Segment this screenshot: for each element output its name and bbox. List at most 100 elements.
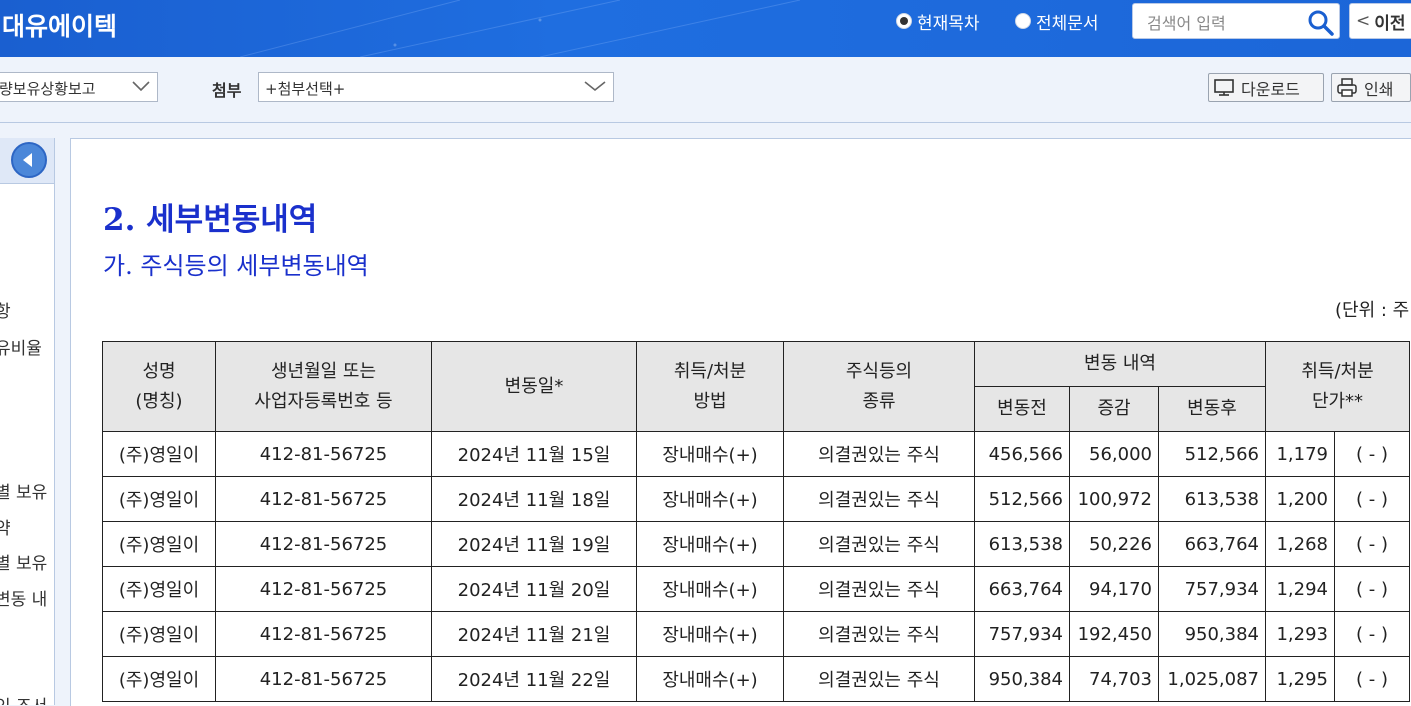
cell-note: ( - ) <box>1334 521 1410 567</box>
cell-name: (주)영일이 <box>102 476 216 522</box>
table-row: (주)영일이 412-81-56725 2024년 11월 22일 장내매수(+… <box>102 656 1410 702</box>
header-name: 성명 (명칭) <box>102 341 216 432</box>
attach-select[interactable]: +첨부선택+ <box>258 72 614 102</box>
header-id: 생년월일 또는 사업자등록번호 등 <box>215 341 432 432</box>
cell-before: 613,538 <box>974 521 1070 567</box>
document-viewer: 2. 세부변동내역 가. 주식등의 세부변동내역 (단위 : 주 성명 (명칭)… <box>70 138 1411 706</box>
cell-name: (주)영일이 <box>102 656 216 702</box>
cell-after: 663,764 <box>1158 521 1266 567</box>
cell-price: 1,179 <box>1265 431 1335 477</box>
print-label: 인쇄 <box>1364 79 1394 99</box>
attach-select-value: +첨부선택+ <box>265 80 346 98</box>
chevron-left-icon: < <box>1356 11 1371 31</box>
cell-name: (주)영일이 <box>102 431 216 477</box>
cell-after: 950,384 <box>1158 611 1266 657</box>
share-change-table: 성명 (명칭) 생년월일 또는 사업자등록번호 등 변동일* 취득/처분 방법 … <box>102 341 1410 702</box>
cell-before: 950,384 <box>974 656 1070 702</box>
cell-type: 의결권있는 주식 <box>783 611 975 657</box>
cell-date: 2024년 11월 18일 <box>431 476 637 522</box>
toc-sidebar-header <box>0 138 54 184</box>
header-id-line2: 사업자등록번호 등 <box>254 390 393 412</box>
header-decoration <box>240 0 801 57</box>
header-method-line1: 취득/처분 <box>673 360 747 382</box>
header-type-line1: 주식등의 <box>845 360 913 382</box>
header-name-line1: 성명 <box>142 360 176 382</box>
toc-item[interactable]: 별 보유 <box>0 478 47 503</box>
radio-selected-icon <box>896 13 912 29</box>
cell-date: 2024년 11월 22일 <box>431 656 637 702</box>
top-header: 대유에이텍 현재목차 전체문서 검색어 입력 < 이전 <box>0 0 1411 57</box>
cell-type: 의결권있는 주식 <box>783 656 975 702</box>
cell-method: 장내매수(+) <box>636 611 784 657</box>
cell-note: ( - ) <box>1334 566 1410 612</box>
toc-item[interactable]: 인 조서 <box>0 692 47 705</box>
radio-current-label: 현재목차 <box>917 13 980 34</box>
header-before: 변동전 <box>974 386 1070 432</box>
toc-item[interactable]: 변동 내 <box>0 585 47 610</box>
cell-price: 1,295 <box>1265 656 1335 702</box>
radio-unselected-icon <box>1015 13 1031 29</box>
collapse-sidebar-icon[interactable] <box>11 142 47 178</box>
toc-item[interactable]: 유비율 <box>0 334 42 359</box>
cell-price: 1,268 <box>1265 521 1335 567</box>
cell-before: 663,764 <box>974 566 1070 612</box>
cell-id: 412-81-56725 <box>215 521 432 567</box>
cell-name: (주)영일이 <box>102 566 216 612</box>
subsection-heading: 가. 주식등의 세부변동내역 <box>103 252 369 280</box>
toc-item[interactable]: 약 <box>0 514 11 539</box>
header-method: 취득/처분 방법 <box>636 341 784 432</box>
header-method-line2: 방법 <box>693 390 727 412</box>
cell-date: 2024년 11월 15일 <box>431 431 637 477</box>
report-select-value: 량보유상황보고 <box>0 80 96 98</box>
download-label: 다운로드 <box>1241 79 1300 99</box>
toolbar: 량보유상황보고 첨부 +첨부선택+ 다운로드 인쇄 <box>0 57 1411 123</box>
table-row: (주)영일이 412-81-56725 2024년 11월 18일 장내매수(+… <box>102 476 1410 522</box>
header-stock-type: 주식등의 종류 <box>783 341 975 432</box>
cell-delta: 192,450 <box>1069 611 1159 657</box>
table-row: (주)영일이 412-81-56725 2024년 11월 19일 장내매수(+… <box>102 521 1410 567</box>
cell-id: 412-81-56725 <box>215 566 432 612</box>
cell-type: 의결권있는 주식 <box>783 476 975 522</box>
table-row: (주)영일이 412-81-56725 2024년 11월 21일 장내매수(+… <box>102 611 1410 657</box>
cell-method: 장내매수(+) <box>636 476 784 522</box>
header-name-line2: (명칭) <box>135 390 183 412</box>
cell-note: ( - ) <box>1334 611 1410 657</box>
cell-before: 456,566 <box>974 431 1070 477</box>
header-price-line1: 취득/처분 <box>1301 360 1374 382</box>
cell-date: 2024년 11월 19일 <box>431 521 637 567</box>
printer-icon <box>1337 77 1357 97</box>
radio-all-document[interactable]: 전체문서 <box>1015 9 1099 34</box>
toc-item[interactable]: 별 보유 <box>0 549 47 574</box>
search-input[interactable]: 검색어 입력 <box>1132 3 1340 39</box>
cell-delta: 50,226 <box>1069 521 1159 567</box>
cell-method: 장내매수(+) <box>636 521 784 567</box>
cell-price: 1,200 <box>1265 476 1335 522</box>
cell-date: 2024년 11월 20일 <box>431 566 637 612</box>
prev-button[interactable]: < 이전 <box>1349 3 1411 39</box>
header-id-line1: 생년월일 또는 <box>270 360 377 382</box>
cell-method: 장내매수(+) <box>636 656 784 702</box>
header-unit-price: 취득/처분 단가** <box>1265 341 1410 432</box>
chevron-down-icon <box>584 81 606 92</box>
header-delta: 증감 <box>1069 386 1159 432</box>
prev-label: 이전 <box>1374 13 1406 34</box>
radio-all-label: 전체문서 <box>1036 13 1099 34</box>
cell-date: 2024년 11월 21일 <box>431 611 637 657</box>
cell-before: 757,934 <box>974 611 1070 657</box>
toc-sidebar: 항 유비율 별 보유 약 별 보유 변동 내 인 조서 <box>0 138 55 705</box>
cell-delta: 74,703 <box>1069 656 1159 702</box>
cell-delta: 56,000 <box>1069 431 1159 477</box>
print-button[interactable]: 인쇄 <box>1331 73 1411 102</box>
cell-type: 의결권있는 주식 <box>783 431 975 477</box>
report-select[interactable]: 량보유상황보고 <box>0 72 158 102</box>
search-icon[interactable] <box>1307 9 1335 37</box>
toc-item[interactable]: 항 <box>0 297 11 322</box>
attach-label: 첨부 <box>212 81 242 100</box>
company-name: 대유에이텍 <box>2 12 118 41</box>
table-row: (주)영일이 412-81-56725 2024년 11월 15일 장내매수(+… <box>102 431 1410 477</box>
download-button[interactable]: 다운로드 <box>1208 73 1324 102</box>
cell-after: 1,025,087 <box>1158 656 1266 702</box>
header-date: 변동일* <box>431 341 637 432</box>
cell-after: 613,538 <box>1158 476 1266 522</box>
radio-current-toc[interactable]: 현재목차 <box>896 9 980 34</box>
